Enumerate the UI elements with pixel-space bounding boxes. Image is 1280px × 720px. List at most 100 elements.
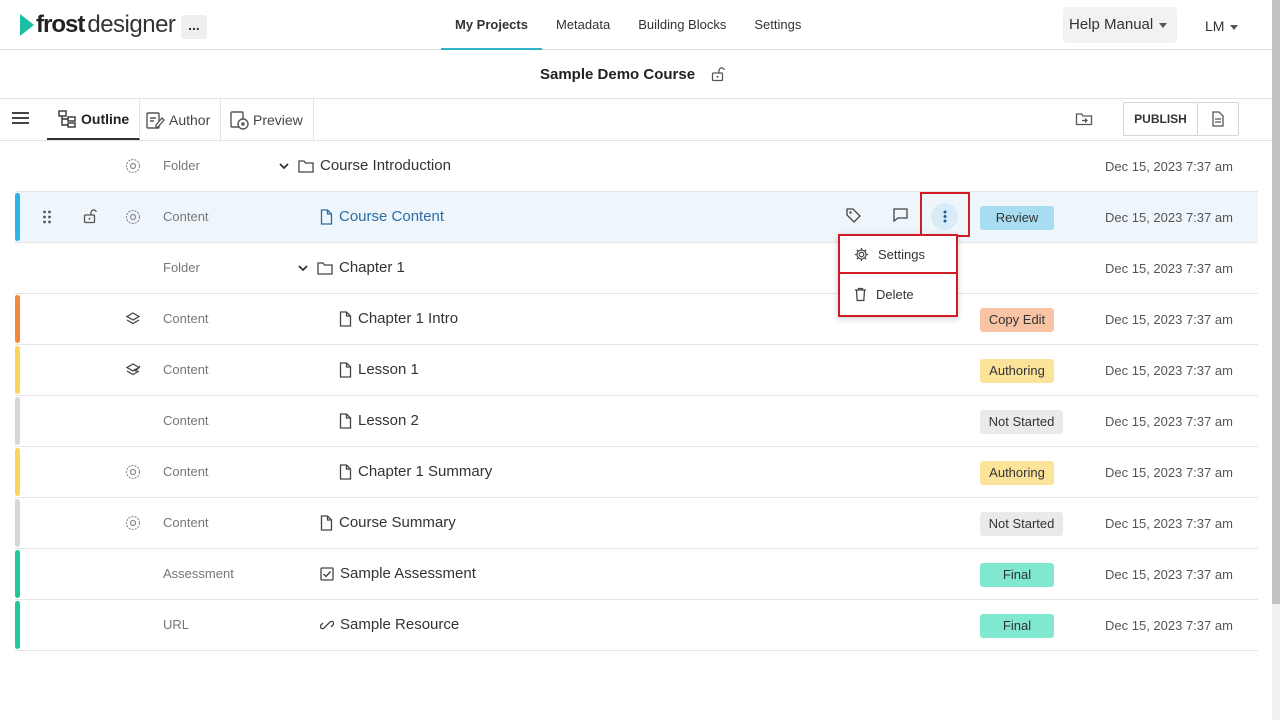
document-button[interactable]: [1197, 102, 1239, 136]
menu-item-delete[interactable]: Delete: [838, 272, 958, 317]
hamburger-menu-icon[interactable]: [12, 111, 29, 130]
scrollbar-thumb[interactable]: [1272, 0, 1280, 604]
checkbox-assessment-icon: [320, 566, 334, 581]
tab-author[interactable]: Author: [135, 99, 222, 140]
outline-row[interactable]: Assessment Sample Assessment Final Dec 1…: [15, 549, 1258, 600]
logo-text-bold: frost: [36, 11, 85, 38]
tab-outline[interactable]: Outline: [47, 99, 141, 140]
outline-row-selected[interactable]: Content Course Content Review Dec 15, 20…: [15, 192, 1258, 243]
document-icon: [1212, 111, 1224, 127]
nav-my-projects[interactable]: My Projects: [441, 0, 542, 50]
status-badge[interactable]: Copy Edit: [980, 308, 1054, 332]
help-manual-dropdown[interactable]: Help Manual: [1063, 7, 1177, 43]
status-badge[interactable]: Authoring: [980, 359, 1054, 383]
menu-item-delete-label: Delete: [876, 287, 914, 302]
row-name[interactable]: Chapter 1 Summary: [339, 463, 492, 480]
comment-icon[interactable]: [892, 207, 909, 228]
row-name[interactable]: Lesson 1: [339, 361, 419, 378]
status-color-bar: [15, 601, 20, 649]
status-badge[interactable]: Final: [980, 614, 1054, 638]
unlock-icon[interactable]: [710, 66, 726, 87]
outline-row[interactable]: Content Lesson 1 Authoring Dec 15, 2023 …: [15, 345, 1258, 396]
layers-icon: [125, 311, 141, 332]
row-type: Assessment: [163, 566, 234, 581]
status-badge[interactable]: Not Started: [980, 512, 1063, 536]
row-name-label: Course Introduction: [320, 157, 451, 174]
outline-row[interactable]: URL Sample Resource Final Dec 15, 2023 7…: [15, 600, 1258, 651]
outline-row[interactable]: Content Lesson 2 Not Started Dec 15, 202…: [15, 396, 1258, 447]
caret-down-icon: [1159, 22, 1168, 28]
row-name[interactable]: Sample Resource: [320, 616, 459, 633]
row-name-label: Chapter 1 Intro: [358, 310, 459, 327]
folder-icon: [317, 261, 333, 275]
nav-building-blocks[interactable]: Building Blocks: [624, 0, 740, 50]
row-date: Dec 15, 2023 7:37 am: [1105, 312, 1233, 327]
row-name[interactable]: Course Introduction: [278, 157, 451, 174]
row-date: Dec 15, 2023 7:37 am: [1105, 261, 1233, 276]
settings-badge-icon: [125, 158, 141, 179]
row-name[interactable]: Sample Assessment: [320, 565, 476, 582]
row-actions-button-highlighted[interactable]: [920, 192, 970, 237]
outline-row[interactable]: Folder Course Introduction Dec 15, 2023 …: [15, 141, 1258, 192]
row-name[interactable]: Lesson 2: [339, 412, 419, 429]
frost-designer-logo[interactable]: frost designer: [20, 11, 176, 39]
chevron-down-icon[interactable]: [297, 262, 309, 274]
row-name[interactable]: Chapter 1: [297, 259, 405, 276]
status-badge[interactable]: Not Started: [980, 410, 1063, 434]
folder-icon: [298, 159, 314, 173]
chevron-down-icon[interactable]: [278, 160, 290, 172]
row-name-label: Chapter 1: [339, 259, 405, 276]
row-name-label: Lesson 1: [358, 361, 419, 378]
row-type: Folder: [163, 158, 200, 173]
publish-button[interactable]: PUBLISH: [1123, 102, 1198, 136]
view-toolbar: Outline Author Preview PUBLISH: [0, 99, 1272, 141]
logo-text-light: designer: [87, 11, 176, 38]
unlock-icon[interactable]: [82, 208, 98, 229]
settings-badge-icon: [125, 209, 141, 230]
kebab-menu-icon[interactable]: [931, 203, 958, 230]
help-manual-label: Help Manual: [1069, 16, 1154, 33]
status-badge[interactable]: Final: [980, 563, 1054, 587]
row-type: Folder: [163, 260, 200, 275]
status-color-bar: [15, 346, 20, 394]
status-color-bar: [15, 295, 20, 343]
drag-handle-icon[interactable]: [42, 210, 52, 229]
status-badge[interactable]: Review: [980, 206, 1054, 230]
more-options-button[interactable]: ...: [181, 15, 207, 39]
outline-row[interactable]: Content Chapter 1 Summary Authoring Dec …: [15, 447, 1258, 498]
file-icon: [339, 463, 352, 480]
menu-item-settings[interactable]: Settings: [838, 234, 958, 274]
nav-metadata[interactable]: Metadata: [542, 0, 624, 50]
author-edit-icon: [146, 111, 165, 129]
row-name[interactable]: Chapter 1 Intro: [339, 310, 458, 327]
row-type: Content: [163, 311, 209, 326]
row-name-label: Course Summary: [339, 514, 456, 531]
main-nav: My Projects Metadata Building Blocks Set…: [441, 0, 815, 50]
row-name[interactable]: Course Summary: [320, 514, 456, 531]
row-context-menu: Settings Delete: [838, 234, 958, 317]
row-type: Content: [163, 464, 209, 479]
outline-row[interactable]: Content Course Summary Not Started Dec 1…: [15, 498, 1258, 549]
layers-check-icon: [125, 362, 141, 383]
status-color-bar: [15, 499, 20, 547]
row-type: URL: [163, 617, 190, 632]
nav-settings[interactable]: Settings: [740, 0, 815, 50]
status-color-bar: [15, 193, 20, 241]
outline-row[interactable]: Content Chapter 1 Intro Copy Edit Dec 15…: [15, 294, 1258, 345]
user-initials: LM: [1205, 18, 1225, 34]
row-name-label: Sample Resource: [340, 616, 460, 633]
row-date: Dec 15, 2023 7:37 am: [1105, 465, 1233, 480]
row-name[interactable]: Course Content: [320, 208, 444, 225]
move-to-folder-icon[interactable]: [1075, 111, 1093, 132]
tab-preview[interactable]: Preview: [219, 99, 314, 140]
file-icon: [320, 208, 333, 225]
file-icon: [339, 412, 352, 429]
row-name-label: Lesson 2: [358, 412, 419, 429]
outline-row[interactable]: Folder Chapter 1 Dec 15, 2023 7:37 am: [15, 243, 1258, 294]
row-type: Content: [163, 362, 209, 377]
tag-icon[interactable]: [845, 207, 862, 229]
gear-icon: [854, 247, 869, 261]
user-menu[interactable]: LM: [1205, 18, 1239, 34]
status-badge[interactable]: Authoring: [980, 461, 1054, 485]
row-date: Dec 15, 2023 7:37 am: [1105, 363, 1233, 378]
